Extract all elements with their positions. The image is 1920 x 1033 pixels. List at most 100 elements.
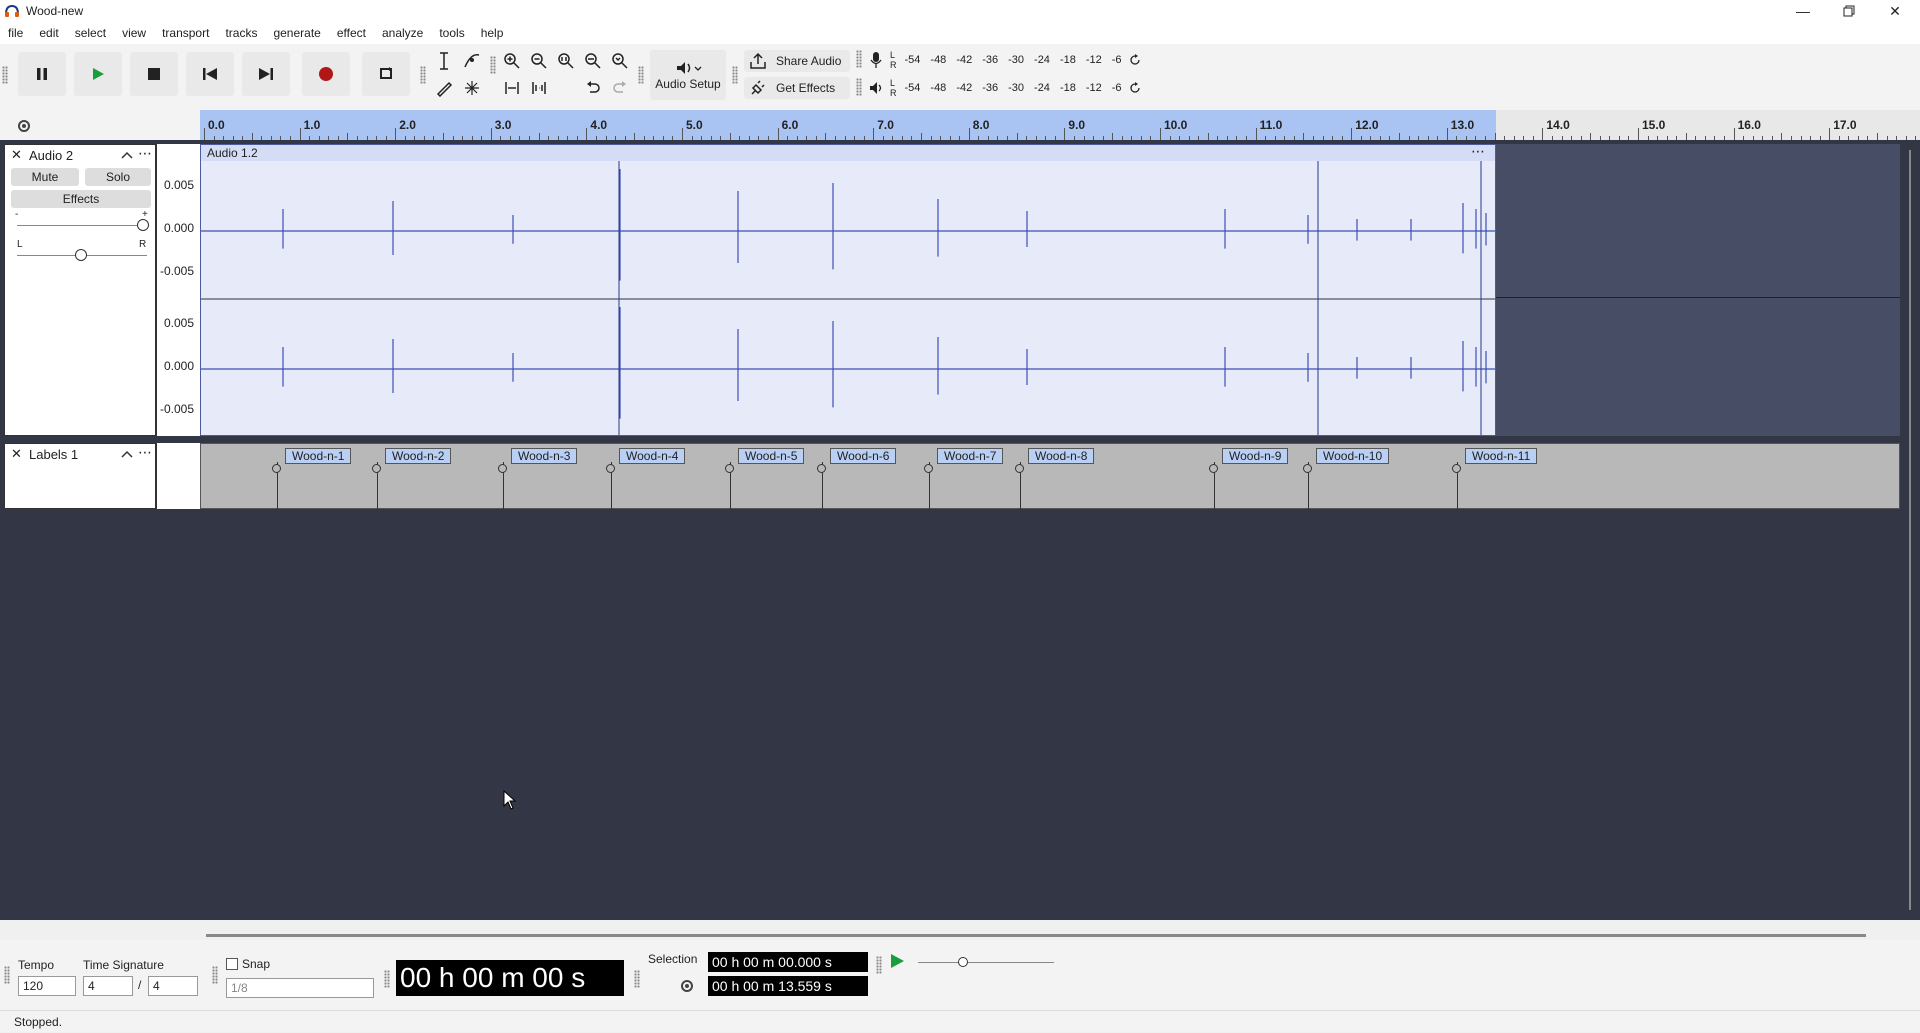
label-4[interactable]: Wood-n-4 bbox=[619, 448, 686, 464]
close-track-icon[interactable]: ✕ bbox=[11, 446, 22, 462]
selection-end-time[interactable]: 00 h 00 m 13.559 s bbox=[708, 976, 868, 996]
loop-button[interactable] bbox=[362, 52, 410, 96]
zoom-toggle-button[interactable] bbox=[608, 49, 632, 73]
zoom-out-button[interactable] bbox=[527, 49, 551, 73]
minimize-button[interactable]: — bbox=[1780, 0, 1826, 22]
label-handle[interactable] bbox=[725, 464, 734, 473]
gain-slider[interactable] bbox=[17, 225, 147, 226]
label-2[interactable]: Wood-n-2 bbox=[385, 448, 452, 464]
empty-track-region[interactable] bbox=[1496, 144, 1900, 436]
fit-selection-button[interactable] bbox=[554, 49, 578, 73]
track-menu-icon[interactable]: ⋯ bbox=[138, 444, 152, 461]
playback-meter-grip[interactable] bbox=[856, 78, 862, 96]
horizontal-scrollbar[interactable] bbox=[206, 934, 1866, 937]
timeline-ruler[interactable]: 0.0 1.0 2.0 3.0 4.0 5.0 6.0 7.0 8.0 9.0 10.0 11.0 12… bbox=[200, 110, 1920, 140]
menu-transport[interactable]: transport bbox=[154, 26, 217, 40]
get-effects-button[interactable]: Get Effects bbox=[744, 77, 850, 99]
play-button[interactable] bbox=[74, 52, 122, 96]
playback-meter[interactable]: L R -54 -48 -42 -36 -30 -24 -18 -12 -6 bbox=[868, 76, 1142, 100]
tempo-input[interactable]: 120 bbox=[18, 976, 76, 996]
pan-slider-thumb[interactable] bbox=[75, 249, 87, 261]
close-window-button[interactable]: ✕ bbox=[1872, 0, 1918, 22]
label-handle[interactable] bbox=[1303, 464, 1312, 473]
tools-grip[interactable] bbox=[420, 66, 426, 84]
playback-speed-slider[interactable] bbox=[918, 962, 1054, 963]
label-handle[interactable] bbox=[372, 464, 381, 473]
label-10[interactable]: Wood-n-10 bbox=[1316, 448, 1390, 464]
share-grip[interactable] bbox=[732, 66, 738, 84]
record-meter-grip[interactable] bbox=[856, 50, 862, 68]
time-signature-numerator[interactable]: 4 bbox=[83, 976, 133, 996]
play-at-speed-icon[interactable] bbox=[888, 952, 906, 970]
trim-button[interactable] bbox=[500, 76, 524, 100]
edit-grip[interactable] bbox=[490, 56, 496, 74]
label-handle[interactable] bbox=[1452, 464, 1461, 473]
draw-tool[interactable] bbox=[432, 76, 456, 100]
redo-button[interactable] bbox=[608, 76, 632, 100]
maximize-button[interactable] bbox=[1826, 0, 1872, 22]
clip-menu-icon[interactable]: ⋯ bbox=[1471, 145, 1485, 159]
menu-help[interactable]: help bbox=[473, 26, 512, 40]
label-11[interactable]: Wood-n-11 bbox=[1465, 448, 1538, 464]
menu-analyze[interactable]: analyze bbox=[374, 26, 431, 40]
time-signature-denominator[interactable]: 4 bbox=[148, 976, 198, 996]
pause-button[interactable] bbox=[18, 52, 66, 96]
label-3[interactable]: Wood-n-3 bbox=[511, 448, 578, 464]
menu-edit[interactable]: edit bbox=[31, 26, 66, 40]
clip-header[interactable]: Audio 1.2 ⋯ bbox=[201, 145, 1495, 161]
timeline-settings-icon[interactable] bbox=[16, 118, 32, 134]
snap-select[interactable]: 1/8 bbox=[226, 978, 374, 998]
menu-tools[interactable]: tools bbox=[431, 26, 472, 40]
label-handle[interactable] bbox=[606, 464, 615, 473]
label-5[interactable]: Wood-n-5 bbox=[738, 448, 805, 464]
collapse-track-icon[interactable] bbox=[121, 151, 133, 159]
envelope-tool[interactable] bbox=[460, 49, 484, 73]
label-handle[interactable] bbox=[498, 464, 507, 473]
stop-button[interactable] bbox=[130, 52, 178, 96]
label-7[interactable]: Wood-n-7 bbox=[937, 448, 1004, 464]
effects-button[interactable]: Effects bbox=[11, 190, 151, 208]
label-1[interactable]: Wood-n-1 bbox=[285, 448, 352, 464]
silence-button[interactable] bbox=[527, 76, 551, 100]
audio-clip[interactable]: Audio 1.2 ⋯ bbox=[200, 144, 1496, 436]
solo-button[interactable]: Solo bbox=[85, 168, 151, 186]
label-handle[interactable] bbox=[817, 464, 826, 473]
selection-tool[interactable] bbox=[432, 49, 456, 73]
toolbar-grip[interactable] bbox=[2, 66, 8, 84]
audio-track-name[interactable]: Audio 2 bbox=[29, 148, 73, 163]
menu-generate[interactable]: generate bbox=[265, 26, 328, 40]
menu-select[interactable]: select bbox=[67, 26, 114, 40]
label-8[interactable]: Wood-n-8 bbox=[1028, 448, 1095, 464]
label-handle[interactable] bbox=[924, 464, 933, 473]
selection-start-time[interactable]: 00 h 00 m 00.000 s bbox=[708, 952, 868, 972]
label-track[interactable]: Wood-n-1 Wood-n-2 Wood-n-3 Wood-n-4 Wood-n-5… bbox=[200, 443, 1900, 510]
menu-file[interactable]: file bbox=[0, 26, 31, 40]
playback-speed-thumb[interactable] bbox=[958, 957, 968, 967]
fit-project-button[interactable] bbox=[581, 49, 605, 73]
play-at-speed-grip[interactable] bbox=[876, 956, 882, 974]
time-grip[interactable] bbox=[384, 970, 390, 988]
zoom-in-button[interactable] bbox=[500, 49, 524, 73]
label-track-name[interactable]: Labels 1 bbox=[29, 447, 78, 462]
track-menu-icon[interactable]: ⋯ bbox=[138, 145, 152, 162]
vertical-scrollbar[interactable] bbox=[1909, 150, 1911, 910]
audio-setup-button[interactable]: Audio Setup bbox=[650, 50, 726, 100]
menu-view[interactable]: view bbox=[114, 26, 154, 40]
snap-checkbox[interactable] bbox=[226, 958, 238, 970]
label-handle[interactable] bbox=[272, 464, 281, 473]
mute-button[interactable]: Mute bbox=[11, 168, 79, 186]
label-handle[interactable] bbox=[1209, 464, 1218, 473]
recording-meter[interactable]: L R -54 -48 -42 -36 -30 -24 -18 -12 -6 bbox=[868, 48, 1142, 72]
close-track-icon[interactable]: ✕ bbox=[11, 147, 22, 163]
waveform[interactable] bbox=[201, 161, 1496, 436]
menu-effect[interactable]: effect bbox=[329, 26, 374, 40]
skip-to-end-button[interactable] bbox=[242, 52, 290, 96]
menu-tracks[interactable]: tracks bbox=[217, 26, 265, 40]
label-9[interactable]: Wood-n-9 bbox=[1222, 448, 1289, 464]
label-6[interactable]: Wood-n-6 bbox=[830, 448, 897, 464]
undo-button[interactable] bbox=[581, 76, 605, 100]
label-handle[interactable] bbox=[1015, 464, 1024, 473]
selection-settings-icon[interactable] bbox=[679, 978, 695, 994]
record-button[interactable] bbox=[302, 52, 350, 96]
collapse-track-icon[interactable] bbox=[121, 450, 133, 458]
